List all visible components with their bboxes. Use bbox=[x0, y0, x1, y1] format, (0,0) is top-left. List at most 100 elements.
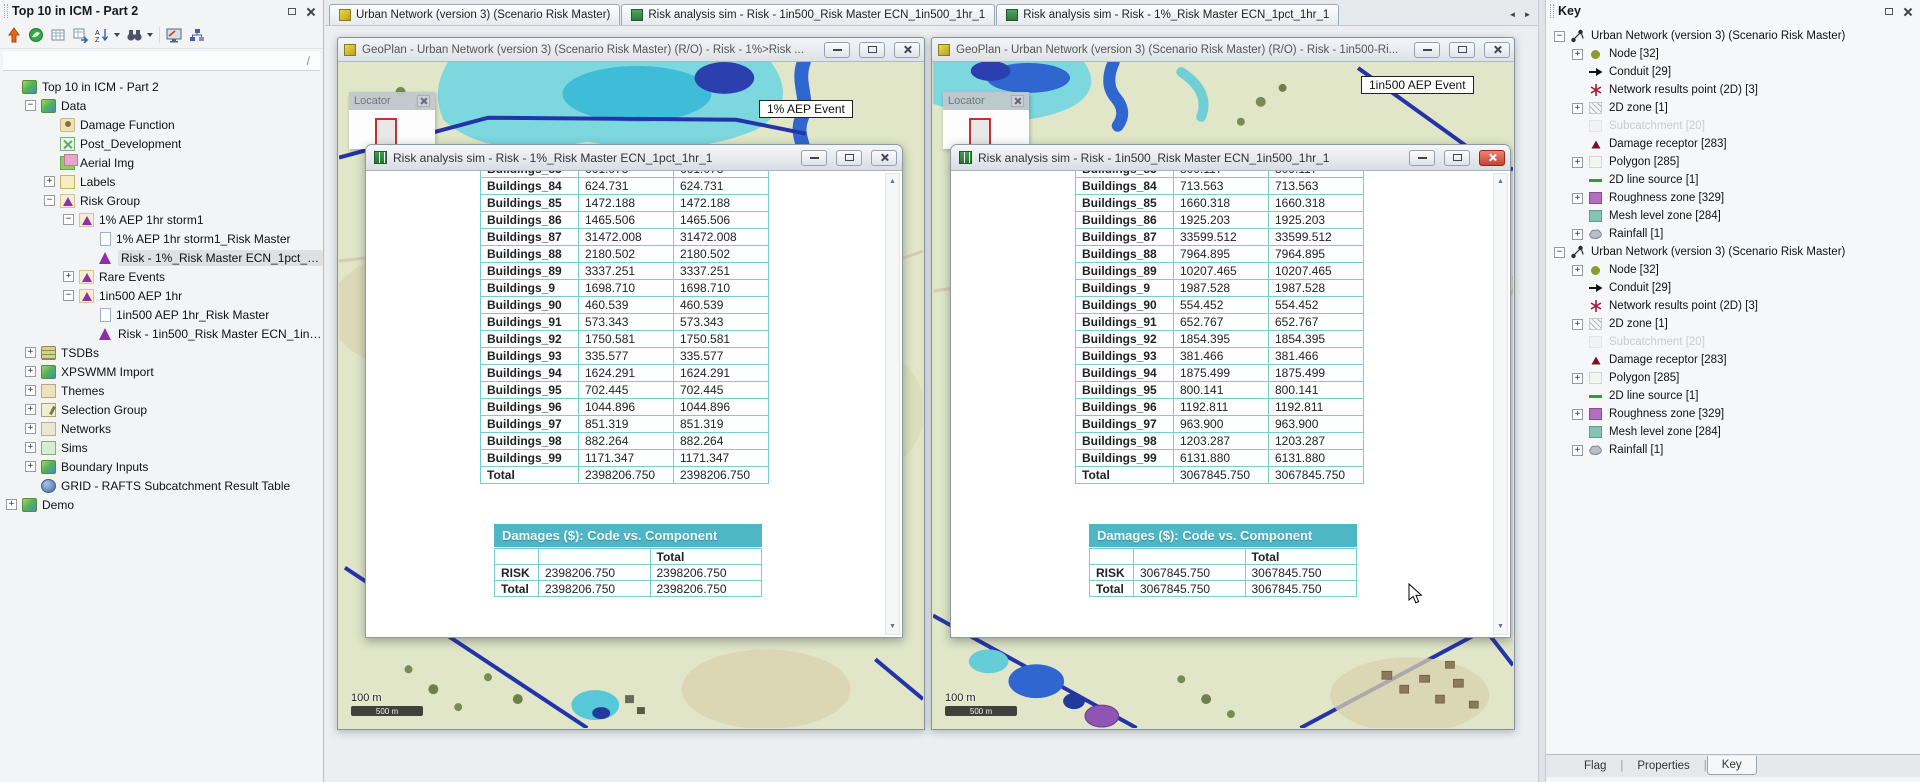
scroll-up-icon[interactable]: ▲ bbox=[886, 174, 899, 189]
tree-item-1-aep-1hr-storm1-risk-master[interactable]: 1% AEP 1hr storm1_Risk Master bbox=[0, 229, 323, 248]
expand-icon[interactable]: + bbox=[25, 347, 36, 358]
scroll-down-icon[interactable]: ▼ bbox=[886, 619, 899, 634]
legend-item-rainfall-1[interactable]: +Rainfall [1] bbox=[1546, 441, 1920, 459]
tree-item-damage-function[interactable]: Damage Function bbox=[0, 115, 323, 134]
panel-grip[interactable] bbox=[4, 4, 8, 18]
collapse-icon[interactable]: − bbox=[1554, 31, 1565, 42]
tree-item-1in500-aep-1hr-risk-master[interactable]: 1in500 AEP 1hr_Risk Master bbox=[0, 305, 323, 324]
expand-icon[interactable]: + bbox=[25, 404, 36, 415]
legend-item-mesh-level-zone-284[interactable]: Mesh level zone [284] bbox=[1546, 207, 1920, 225]
close-button[interactable] bbox=[1479, 150, 1505, 166]
minimize-button[interactable] bbox=[801, 150, 827, 166]
tree-item-top-10-in-icm-part-2[interactable]: Top 10 in ICM - Part 2 bbox=[0, 77, 323, 96]
legend-item-roughness-zone-329[interactable]: +Roughness zone [329] bbox=[1546, 405, 1920, 423]
expand-icon[interactable]: + bbox=[1572, 49, 1583, 60]
legend-item-node-32[interactable]: +Node [32] bbox=[1546, 45, 1920, 63]
tab-scroll-left-icon[interactable]: ◄ bbox=[1506, 8, 1519, 21]
expand-icon[interactable]: + bbox=[1572, 157, 1583, 168]
tree-item-boundary-inputs[interactable]: +Boundary Inputs bbox=[0, 457, 323, 476]
legend-item-network-results-point-2d-3[interactable]: Network results point (2D) [3] bbox=[1546, 297, 1920, 315]
minimize-button[interactable] bbox=[1409, 150, 1435, 166]
key-panel-titlebar[interactable]: Key bbox=[1546, 0, 1920, 22]
find-binoculars-icon[interactable] bbox=[126, 28, 143, 42]
legend-item-roughness-zone-329[interactable]: +Roughness zone [329] bbox=[1546, 189, 1920, 207]
tab-risk-sim-1in500[interactable]: Risk analysis sim - Risk - 1in500_Risk M… bbox=[621, 4, 995, 25]
close-button[interactable] bbox=[894, 42, 920, 58]
expand-icon[interactable]: + bbox=[1572, 445, 1583, 456]
vertical-scrollbar[interactable]: ▲ ▼ bbox=[1493, 173, 1508, 635]
collapse-icon[interactable]: − bbox=[1554, 247, 1565, 258]
globe-icon[interactable] bbox=[28, 27, 44, 43]
tree-filter-box[interactable]: / bbox=[3, 51, 320, 71]
locator-extent-rect[interactable] bbox=[375, 118, 397, 146]
expand-icon[interactable]: + bbox=[6, 499, 17, 510]
tree-item-sims[interactable]: +Sims bbox=[0, 438, 323, 457]
restore-button[interactable] bbox=[836, 150, 862, 166]
hierarchy-icon[interactable] bbox=[189, 28, 205, 43]
locator-extent-rect[interactable] bbox=[969, 118, 991, 146]
grid-view-icon[interactable] bbox=[50, 27, 66, 43]
panel-tab-flag[interactable]: Flag bbox=[1570, 757, 1620, 775]
legend-item-polygon-285[interactable]: +Polygon [285] bbox=[1546, 153, 1920, 171]
tree-item-post-development[interactable]: Post_Development bbox=[0, 134, 323, 153]
tree-item-data[interactable]: −Data bbox=[0, 96, 323, 115]
tree-item-1-aep-1hr-storm1[interactable]: −1% AEP 1hr storm1 bbox=[0, 210, 323, 229]
legend-item-network-root-0[interactable]: −Urban Network (version 3) (Scenario Ris… bbox=[1546, 27, 1920, 45]
model-panel-titlebar[interactable]: Top 10 in ICM - Part 2 bbox=[0, 0, 323, 22]
locator-close-button[interactable] bbox=[1011, 95, 1024, 107]
tree-item-networks[interactable]: +Networks bbox=[0, 419, 323, 438]
legend-item-polygon-285[interactable]: +Polygon [285] bbox=[1546, 369, 1920, 387]
legend-item-network-results-point-2d-3[interactable]: Network results point (2D) [3] bbox=[1546, 81, 1920, 99]
pin-button[interactable] bbox=[285, 5, 298, 17]
minimize-button[interactable] bbox=[824, 42, 850, 58]
legend-item-2d-line-source-1[interactable]: 2D line source [1] bbox=[1546, 387, 1920, 405]
expand-icon[interactable]: + bbox=[25, 366, 36, 377]
restore-button[interactable] bbox=[1444, 150, 1470, 166]
tree-item-demo[interactable]: +Demo bbox=[0, 495, 323, 514]
tab-scroll-right-icon[interactable]: ► bbox=[1521, 8, 1534, 21]
expand-icon[interactable]: + bbox=[1572, 229, 1583, 240]
legend-item-conduit-29[interactable]: Conduit [29] bbox=[1546, 63, 1920, 81]
expand-icon[interactable]: + bbox=[1572, 409, 1583, 420]
collapse-icon[interactable]: − bbox=[63, 214, 74, 225]
risk-window-titlebar[interactable]: Risk analysis sim - Risk - 1in500_Risk M… bbox=[951, 145, 1510, 171]
legend-item-damage-receptor-283[interactable]: Damage receptor [283] bbox=[1546, 351, 1920, 369]
panel-tab-properties[interactable]: Properties bbox=[1623, 757, 1703, 775]
screen-view-icon[interactable] bbox=[166, 28, 183, 43]
scroll-up-icon[interactable]: ▲ bbox=[1494, 174, 1507, 189]
expand-icon[interactable]: + bbox=[44, 176, 55, 187]
minimize-button[interactable] bbox=[1414, 42, 1440, 58]
tree-item-risk-1in500-risk-master-ecn-1in500-1hr-1[interactable]: Risk - 1in500_Risk Master ECN_1in500_1hr… bbox=[0, 324, 323, 343]
tree-item-rare-events[interactable]: +Rare Events bbox=[0, 267, 323, 286]
panel-tab-key[interactable]: Key bbox=[1707, 756, 1757, 775]
legend-item-2d-zone-1[interactable]: +2D zone [1] bbox=[1546, 99, 1920, 117]
close-button[interactable] bbox=[1484, 42, 1510, 58]
import-arrow-icon[interactable] bbox=[6, 27, 22, 43]
tree-item-aerial-img[interactable]: Aerial Img bbox=[0, 153, 323, 172]
expand-icon[interactable]: + bbox=[1572, 319, 1583, 330]
legend-item-network-root-1[interactable]: −Urban Network (version 3) (Scenario Ris… bbox=[1546, 243, 1920, 261]
tab-urban-network[interactable]: Urban Network (version 3) (Scenario Risk… bbox=[329, 4, 620, 25]
panel-grip[interactable] bbox=[1550, 4, 1554, 18]
tree-item-selection-group[interactable]: +Selection Group bbox=[0, 400, 323, 419]
restore-button[interactable] bbox=[859, 42, 885, 58]
expand-icon[interactable]: + bbox=[1572, 193, 1583, 204]
collapse-icon[interactable]: − bbox=[25, 100, 36, 111]
vertical-scrollbar[interactable]: ▲ ▼ bbox=[885, 173, 900, 635]
find-dropdown-caret[interactable] bbox=[147, 33, 153, 37]
sort-dropdown-caret[interactable] bbox=[114, 33, 120, 37]
collapse-icon[interactable]: − bbox=[44, 195, 55, 206]
tree-item-1in500-aep-1hr[interactable]: −1in500 AEP 1hr bbox=[0, 286, 323, 305]
geoplan-titlebar[interactable]: GeoPlan - Urban Network (version 3) (Sce… bbox=[932, 38, 1514, 62]
expand-icon[interactable]: + bbox=[25, 385, 36, 396]
sort-az-icon[interactable]: AZ bbox=[94, 27, 110, 43]
geoplan-map-area[interactable]: Locator 1in500 AEP Event 100 m 500 m R bbox=[933, 62, 1513, 728]
grid-export-icon[interactable] bbox=[72, 27, 88, 43]
expand-icon[interactable]: + bbox=[1572, 373, 1583, 384]
pin-button[interactable] bbox=[1882, 5, 1895, 17]
legend-item-rainfall-1[interactable]: +Rainfall [1] bbox=[1546, 225, 1920, 243]
legend-item-damage-receptor-283[interactable]: Damage receptor [283] bbox=[1546, 135, 1920, 153]
legend-item-2d-zone-1[interactable]: +2D zone [1] bbox=[1546, 315, 1920, 333]
expand-icon[interactable]: + bbox=[25, 461, 36, 472]
tree-item-themes[interactable]: +Themes bbox=[0, 381, 323, 400]
